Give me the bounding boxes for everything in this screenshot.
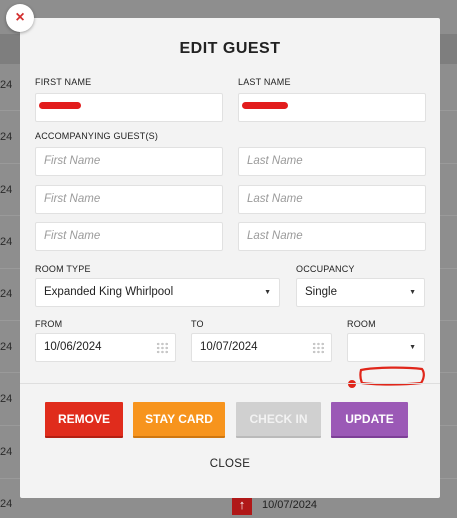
room-select[interactable]: ▼ xyxy=(347,333,425,362)
accompanying-last-name-input[interactable]: Last Name xyxy=(238,147,426,176)
first-name-label: FIRST NAME xyxy=(35,77,92,87)
edit-guest-modal: EDIT GUEST FIRST NAME LAST NAME ACCOMPAN… xyxy=(20,18,440,498)
calendar-icon[interactable] xyxy=(156,342,169,354)
from-date-input[interactable]: 10/06/2024 xyxy=(35,333,176,362)
room-label: ROOM xyxy=(347,319,376,329)
to-label: TO xyxy=(191,319,204,329)
accompanying-first-name-input[interactable]: First Name xyxy=(35,147,223,176)
calendar-icon[interactable] xyxy=(312,342,325,354)
background-row-date: 24 xyxy=(0,288,13,300)
placeholder-text: Last Name xyxy=(247,155,303,167)
background-row-date: 24 xyxy=(0,341,13,353)
last-name-input[interactable] xyxy=(238,93,426,122)
accompanying-first-name-input[interactable]: First Name xyxy=(35,222,223,251)
chevron-down-icon: ▼ xyxy=(409,344,416,351)
from-date-value: 10/06/2024 xyxy=(44,341,102,353)
chevron-down-icon: ▼ xyxy=(264,289,271,296)
to-date-input[interactable]: 10/07/2024 xyxy=(191,333,332,362)
placeholder-text: First Name xyxy=(44,155,101,167)
first-name-input[interactable] xyxy=(35,93,223,122)
occupancy-select[interactable]: Single ▼ xyxy=(296,278,425,307)
from-label: FROM xyxy=(35,319,63,329)
redaction-mark xyxy=(242,102,288,109)
background-row-date: 24 xyxy=(0,184,13,196)
accompanying-guests-label: ACCOMPANYING GUEST(S) xyxy=(35,131,159,141)
placeholder-text: First Name xyxy=(44,230,101,242)
room-type-value: Expanded King Whirlpool xyxy=(44,286,174,298)
placeholder-text: Last Name xyxy=(247,193,303,205)
occupancy-label: OCCUPANCY xyxy=(296,264,355,274)
accompanying-last-name-input[interactable]: Last Name xyxy=(238,222,426,251)
close-button[interactable]: CLOSE xyxy=(20,458,440,470)
modal-title: EDIT GUEST xyxy=(179,40,281,57)
modal-divider xyxy=(20,383,440,384)
background-row-date: 24 xyxy=(0,236,13,248)
stay-card-button[interactable]: STAY CARD xyxy=(133,402,225,438)
annotation-scribble xyxy=(348,366,425,388)
chevron-down-icon: ▼ xyxy=(409,289,416,296)
last-name-label: LAST NAME xyxy=(238,77,291,87)
accompanying-first-name-input[interactable]: First Name xyxy=(35,185,223,214)
background-row-date: 24 xyxy=(0,393,13,405)
background-row-date: 24 xyxy=(0,131,13,143)
occupancy-value: Single xyxy=(305,286,337,298)
redaction-mark xyxy=(39,102,81,109)
background-bottom-date: 10/07/2024 xyxy=(262,499,318,511)
background-row-date: 24 xyxy=(0,446,13,458)
room-type-select[interactable]: Expanded King Whirlpool ▼ xyxy=(35,278,280,307)
placeholder-text: First Name xyxy=(44,193,101,205)
room-type-label: ROOM TYPE xyxy=(35,264,91,274)
remove-button[interactable]: REMOVE xyxy=(45,402,123,438)
to-date-value: 10/07/2024 xyxy=(200,341,258,353)
accompanying-last-name-input[interactable]: Last Name xyxy=(238,185,426,214)
check-in-button[interactable]: CHECK IN xyxy=(236,402,321,438)
update-button[interactable]: UPDATE xyxy=(331,402,408,438)
background-row-date: 24 xyxy=(0,498,13,510)
background-row-date: 24 xyxy=(0,79,13,91)
arrow-up-icon[interactable]: ↑ xyxy=(232,495,252,515)
placeholder-text: Last Name xyxy=(247,230,303,242)
close-icon[interactable]: × xyxy=(6,4,34,32)
